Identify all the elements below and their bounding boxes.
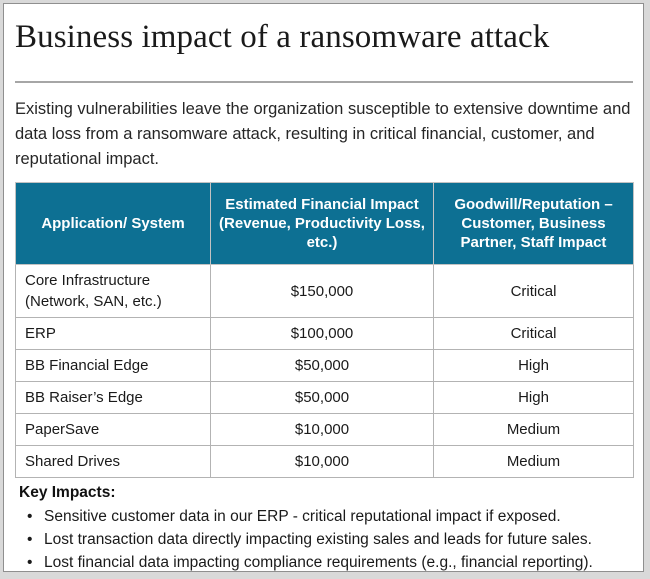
bullet-icon: • [27,531,33,548]
list-item: • Lost transaction data directly impacti… [19,528,639,551]
key-impacts-list: • Sensitive customer data in our ERP - c… [19,505,639,574]
cell-application: PaperSave [15,413,211,446]
cell-financial-impact: $50,000 [210,349,434,382]
cell-financial-impact: $10,000 [210,413,434,446]
bullet-icon: • [27,554,33,571]
bullet-icon: • [27,508,33,525]
cell-application: ERP [15,317,211,350]
cell-application: Core Infrastructure (Network, SAN, etc.) [15,264,211,318]
table-row: ERP $100,000 Critical [15,317,634,350]
cell-goodwill-impact: Critical [433,264,634,318]
list-item: • Lost financial data impacting complian… [19,551,639,574]
cell-financial-impact: $50,000 [210,381,434,414]
intro-paragraph: Existing vulnerabilities leave the organ… [15,100,631,168]
cell-application: BB Raiser’s Edge [15,381,211,414]
title-divider [15,81,633,83]
table-row: Core Infrastructure (Network, SAN, etc.)… [15,264,634,318]
column-header-application: Application/ System [15,182,211,265]
table-header-row: Application/ System Estimated Financial … [15,182,634,265]
cell-goodwill-impact: Medium [433,445,634,478]
cell-goodwill-impact: High [433,381,634,414]
key-impacts-heading: Key Impacts: [19,484,116,501]
table-row: BB Financial Edge $50,000 High [15,349,634,382]
column-header-goodwill-impact: Goodwill/Reputation – Customer, Business… [433,182,634,265]
list-item-label: Lost financial data impacting compliance… [44,554,593,571]
cell-application: Shared Drives [15,445,211,478]
key-impacts-section: Key Impacts: • Sensitive customer data i… [19,482,639,574]
cell-goodwill-impact: High [433,349,634,382]
cell-goodwill-impact: Critical [433,317,634,350]
table-row: PaperSave $10,000 Medium [15,413,634,446]
cell-financial-impact: $100,000 [210,317,434,350]
business-impact-table: Application/ System Estimated Financial … [15,182,634,478]
list-item-label: Sensitive customer data in our ERP - cri… [44,508,561,525]
column-header-financial-impact: Estimated Financial Impact (Revenue, Pro… [210,182,434,265]
table-row: BB Raiser’s Edge $50,000 High [15,381,634,414]
cell-application: BB Financial Edge [15,349,211,382]
table-row: Shared Drives $10,000 Medium [15,445,634,478]
page-title: Business impact of a ransomware attack [15,19,550,55]
cell-financial-impact: $150,000 [210,264,434,318]
list-item: • Sensitive customer data in our ERP - c… [19,505,639,528]
cell-goodwill-impact: Medium [433,413,634,446]
cell-financial-impact: $10,000 [210,445,434,478]
list-item-label: Lost transaction data directly impacting… [44,531,592,548]
slide-canvas: Business impact of a ransomware attack E… [3,3,644,572]
